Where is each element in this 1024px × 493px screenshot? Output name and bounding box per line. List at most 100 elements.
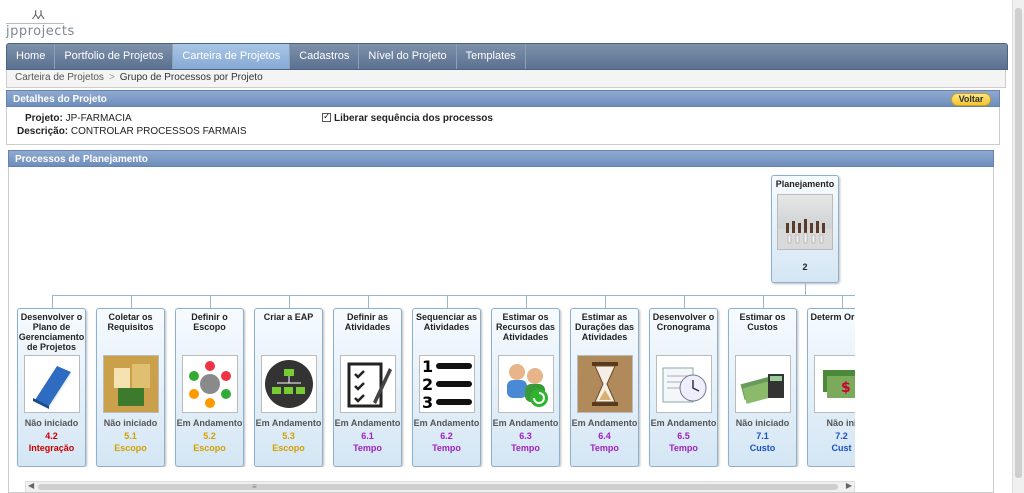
scroll-right-arrow-icon[interactable]: ▶ — [846, 481, 852, 490]
card-connector — [605, 295, 606, 308]
process-code: 6.2 — [440, 431, 453, 441]
scroll-thumb[interactable] — [38, 484, 838, 490]
process-card[interactable]: Definir o Escopo Em Andamento 5.2 Escopo — [175, 308, 244, 467]
process-title: Determ Orçam — [810, 312, 855, 322]
process-code: 5.1 — [124, 431, 137, 441]
scroll-thumb[interactable] — [1015, 8, 1022, 478]
process-status: Não iniciado — [24, 418, 79, 428]
process-title: Desenvolver o Cronograma — [652, 312, 715, 332]
process-card[interactable]: Definir as Atividades Em Andamento 6.1 Temp… — [333, 308, 402, 467]
processes-title: Processos de Planejamento — [15, 154, 148, 165]
project-value: JP-FARMACIA — [65, 113, 132, 124]
card-connector — [210, 295, 211, 308]
process-area: Integração — [28, 443, 75, 453]
money-calculator-icon — [734, 355, 791, 413]
money-icon: $ — [813, 355, 855, 413]
clock-calendar-icon — [655, 355, 712, 413]
process-tree: Planejamento 2 Desenvolver o Plano de Ge… — [9, 167, 855, 467]
menu-home[interactable]: Home — [7, 44, 56, 69]
main-menu: Home Portfolio de Projetos Carteira de P… — [6, 43, 1008, 70]
process-area: Tempo — [511, 443, 540, 453]
window-vertical-scrollbar[interactable] — [1012, 0, 1024, 493]
scroll-left-arrow-icon[interactable]: ◀ — [28, 481, 34, 490]
sequence-row: Liberar sequência dos processos — [322, 111, 493, 124]
breadcrumb-parent[interactable]: Carteira de Projetos — [15, 72, 104, 83]
project-row: Projeto: JP-FARMACIA — [25, 113, 132, 124]
process-card[interactable]: Desenvolver o Plano de Gerenciamento de … — [17, 308, 86, 467]
menu-nivel-projeto[interactable]: Nível do Projeto — [359, 44, 457, 69]
checklist-icon — [339, 355, 396, 413]
process-status: Em Andamento — [413, 418, 480, 428]
description-value: CONTROLAR PROCESSOS FARMAIS — [70, 126, 247, 137]
process-area: Tempo — [353, 443, 382, 453]
release-sequence-checkbox[interactable] — [322, 111, 331, 122]
breadcrumb: Carteira de Projetos > Grupo de Processos … — [6, 70, 1006, 88]
process-title: Estimar os Custos — [739, 312, 786, 332]
project-label: Projeto: — [25, 113, 63, 124]
root-process-card[interactable]: Planejamento 2 — [771, 175, 839, 283]
process-card[interactable]: Desenvolver o Cronograma Em Andamento 6.5 T… — [649, 308, 718, 467]
svg-text:1: 1 — [422, 357, 433, 376]
chess-icon — [777, 194, 833, 250]
process-title: Sequenciar as Atividades — [415, 312, 478, 332]
card-connector — [289, 295, 290, 308]
process-status: Não iniciado — [735, 418, 790, 428]
breadcrumb-separator: > — [108, 72, 115, 83]
card-connector — [52, 295, 53, 308]
process-code: 6.4 — [598, 431, 611, 441]
tree-horizontal-scrollbar[interactable]: ◀ ≡ ▶ — [25, 481, 855, 492]
svg-text:$: $ — [841, 380, 851, 396]
network-icon — [260, 355, 317, 413]
team-circle-icon — [181, 355, 238, 413]
process-code: 4.2 — [45, 431, 58, 441]
process-card[interactable]: Estimar os Recursos das Atividades Em And… — [491, 308, 560, 467]
book-icon — [23, 355, 80, 413]
process-area: Tempo — [432, 443, 461, 453]
process-card[interactable]: Coletar os Requisitos Não iniciado 5.1 Esco… — [96, 308, 165, 467]
process-card[interactable]: Estimar os Custos Não iniciado 7.1 Custo — [728, 308, 797, 467]
page: ⅄⅄ jpprojects Home Portfolio de Projetos… — [0, 0, 1024, 493]
processes-body: Planejamento 2 Desenvolver o Plano de Ge… — [8, 167, 994, 493]
process-card[interactable]: Criar a EAP Em Andamento 5.3 Escopo — [254, 308, 323, 467]
card-connector — [684, 295, 685, 308]
breadcrumb-current: Grupo de Processos por Projeto — [119, 72, 263, 83]
card-connector — [131, 295, 132, 308]
process-title: Estimar as Durações das Atividades — [574, 312, 635, 342]
process-area: Escopo — [193, 443, 226, 453]
process-area: Cust — [831, 443, 852, 453]
card-connector — [763, 295, 764, 308]
hourglass-icon — [576, 355, 633, 413]
process-title: Desenvolver o Plano de Gerenciamento de … — [18, 312, 85, 352]
logo-figures-icon: ⅄⅄ — [32, 8, 45, 22]
process-status: Não iniciado — [103, 418, 158, 428]
process-title: Coletar os Requisitos — [107, 312, 154, 332]
jpprojects-logo[interactable]: ⅄⅄ jpprojects — [6, 8, 76, 40]
menu-cadastros[interactable]: Cadastros — [290, 44, 360, 69]
card-connector — [447, 295, 448, 308]
process-status: Em Andamento — [176, 418, 243, 428]
process-code: 6.3 — [519, 431, 532, 441]
process-area: Escopo — [114, 443, 147, 453]
process-card[interactable]: Determ Orçam $ Não ini 7.2 Cust — [807, 308, 855, 467]
description-label: Descrição: — [17, 126, 69, 137]
process-card[interactable]: Sequenciar as Atividades 1 2 3 Em Andamento 6… — [412, 308, 481, 467]
process-status: Não ini — [826, 418, 855, 428]
people-icon — [497, 355, 554, 413]
svg-text:3: 3 — [422, 393, 433, 412]
menu-templates[interactable]: Templates — [457, 44, 526, 69]
process-status: Em Andamento — [334, 418, 401, 428]
card-connector — [842, 295, 843, 308]
process-card[interactable]: Estimar as Durações das Atividades Em And… — [570, 308, 639, 467]
process-code: 5.3 — [282, 431, 295, 441]
process-title: Definir o Escopo — [191, 312, 228, 332]
numbered-list-icon: 123 — [418, 355, 475, 413]
process-code: 6.1 — [361, 431, 374, 441]
process-status: Em Andamento — [571, 418, 638, 428]
menu-portfolio[interactable]: Portfolio de Projetos — [55, 44, 174, 69]
root-process-title: Planejamento — [775, 179, 835, 189]
menu-carteira[interactable]: Carteira de Projetos — [173, 44, 291, 69]
card-connector — [526, 295, 527, 308]
back-button[interactable]: Voltar — [951, 93, 991, 106]
details-body: Projeto: JP-FARMACIA Descrição: CONTROLA… — [6, 107, 1000, 145]
root-process-number: 2 — [802, 262, 808, 272]
